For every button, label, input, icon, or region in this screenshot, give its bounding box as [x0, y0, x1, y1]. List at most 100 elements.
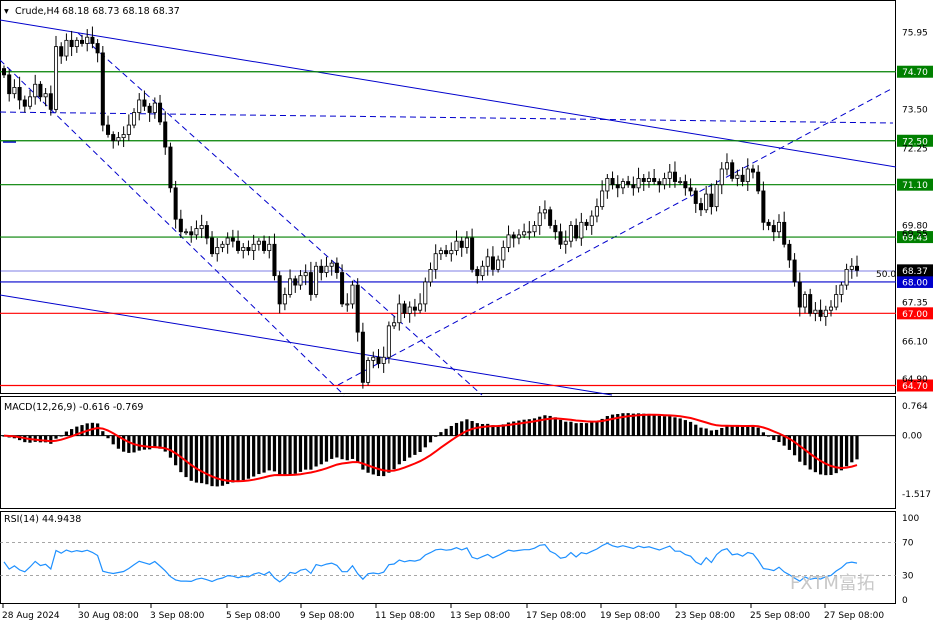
candle-body: [392, 322, 397, 327]
candle-body: [626, 181, 631, 186]
macd-bar: [179, 435, 183, 473]
candle-body: [126, 124, 131, 135]
candle-body: [600, 190, 605, 208]
candle-body: [314, 265, 319, 295]
trendline: [0, 294, 613, 396]
time-label: 19 Sep 08:00: [600, 611, 660, 621]
macd-bar: [772, 435, 776, 441]
macd-bar: [647, 413, 651, 436]
macd-bar: [642, 413, 646, 436]
macd-bar: [423, 435, 427, 448]
candle-body: [714, 184, 719, 208]
candle-body: [106, 124, 111, 135]
macd-bar: [226, 435, 230, 485]
candle-body: [121, 134, 126, 139]
candle-body: [610, 178, 615, 186]
candle-body: [683, 181, 688, 189]
candle-body: [797, 281, 802, 308]
candle-body: [615, 184, 620, 189]
candle-body: [111, 134, 116, 142]
candle-body: [532, 225, 537, 233]
macd-bar: [408, 435, 412, 458]
rsi-series: [0, 542, 896, 583]
candle-body: [69, 39, 74, 48]
trendline: [0, 59, 345, 396]
macd-bar: [746, 425, 750, 436]
axis-labels: 75.9573.5072.2569.8069.5567.3566.1064.90…: [2, 29, 931, 622]
macd-bar: [413, 435, 417, 455]
macd-bar: [735, 425, 739, 436]
candle-body: [142, 99, 147, 107]
candle-body: [381, 356, 386, 364]
candle-body: [376, 356, 381, 364]
candle-body: [766, 221, 771, 226]
candle-body: [553, 225, 558, 233]
macd-bar: [714, 429, 719, 436]
candle-body: [288, 278, 293, 295]
macd-bar: [366, 435, 370, 473]
macd-bar: [850, 435, 854, 463]
candle-body: [293, 278, 298, 286]
macd-bar: [694, 424, 698, 436]
macd-bar: [236, 435, 240, 482]
candle-body: [735, 174, 740, 179]
macd-label: MACD(12,26,9) -0.616 -0.769: [4, 402, 143, 413]
macd-bar: [220, 435, 225, 486]
macd-bar: [475, 423, 479, 436]
macd-bar: [309, 435, 313, 470]
rsi-level-label: 100: [902, 514, 919, 524]
macd-bar: [792, 435, 797, 456]
candle-body: [631, 184, 636, 189]
candle-body: [823, 309, 828, 317]
candle-body: [548, 209, 553, 226]
macd-bar: [106, 435, 110, 439]
candle-body: [1, 68, 7, 76]
candle-body: [85, 36, 90, 44]
candle-body: [48, 93, 53, 110]
macd-scale-label: -1.517: [902, 490, 931, 500]
macd-bar: [584, 423, 589, 436]
level-tag-label: 67.00: [902, 310, 928, 320]
macd-bar: [304, 435, 308, 470]
candle-body: [444, 250, 449, 255]
candle-body: [542, 209, 547, 214]
macd-bar: [569, 421, 573, 436]
candle-body: [256, 240, 261, 245]
macd-bar: [59, 435, 63, 437]
candle-body: [574, 225, 579, 239]
candle-body: [792, 259, 797, 283]
candle-body: [199, 225, 204, 230]
macd-bar: [657, 415, 661, 436]
candle-body: [678, 181, 683, 183]
candle-body: [605, 178, 610, 192]
macd-bar: [740, 426, 745, 436]
current-price-label: 68.37: [902, 267, 928, 277]
candle-body: [704, 193, 709, 211]
collapse-triangle-icon[interactable]: ▾: [4, 6, 9, 17]
macd-bar: [194, 435, 199, 483]
candle-body: [230, 237, 235, 242]
macd-bar: [246, 435, 251, 479]
candle-body: [33, 83, 38, 98]
macd-bar: [595, 421, 599, 436]
time-label: 25 Sep 08:00: [750, 611, 810, 621]
candle-body: [589, 215, 594, 226]
candle-body: [220, 243, 225, 248]
time-label: 11 Sep 08:00: [375, 611, 435, 621]
macd-bar: [590, 422, 594, 436]
macd-bar: [54, 435, 58, 439]
candle-body: [776, 221, 781, 233]
macd-bar: [189, 435, 193, 481]
candle-body: [756, 171, 761, 192]
candle-body: [178, 218, 183, 233]
candle-body: [251, 243, 256, 251]
macd-bar: [402, 435, 407, 462]
candle-body: [412, 306, 417, 311]
candle-body: [17, 87, 22, 101]
macd-bar: [231, 435, 235, 483]
candle-body: [386, 325, 391, 358]
candle-body: [27, 96, 33, 107]
candle-body: [813, 309, 818, 314]
candle-body: [428, 269, 433, 283]
candle-body: [64, 39, 69, 57]
